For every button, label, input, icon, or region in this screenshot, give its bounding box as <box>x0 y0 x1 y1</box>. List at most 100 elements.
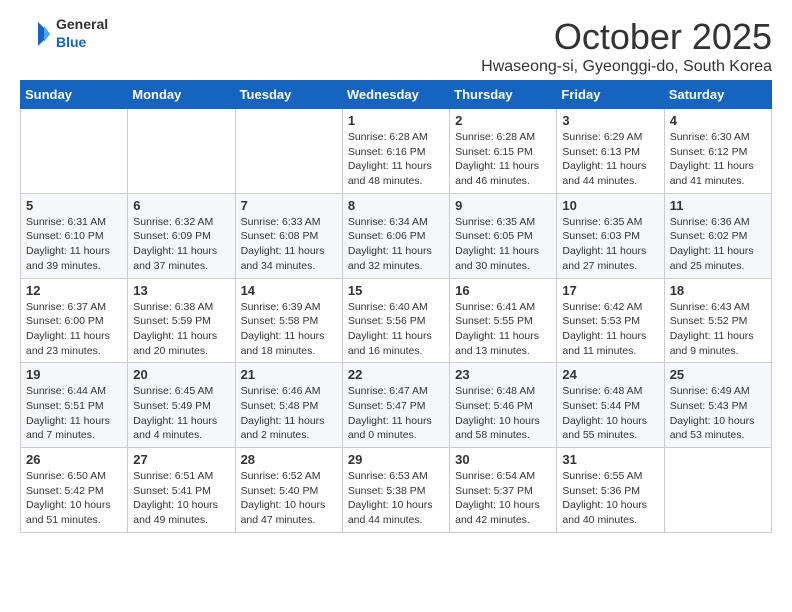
day-number: 8 <box>348 198 444 213</box>
day-number: 7 <box>241 198 337 213</box>
day-number: 22 <box>348 367 444 382</box>
weekday-header-friday: Friday <box>557 81 664 109</box>
day-info: Sunrise: 6:37 AM Sunset: 6:00 PM Dayligh… <box>26 300 122 359</box>
calendar-cell <box>235 109 342 194</box>
calendar-cell: 4Sunrise: 6:30 AM Sunset: 6:12 PM Daylig… <box>664 109 771 194</box>
calendar-cell: 30 Sunrise: 6:54 AM Sunset: 5:37 PM Dayli… <box>450 448 557 533</box>
day-number: 1 <box>348 113 444 128</box>
day-number: 15 <box>348 283 444 298</box>
day-info: Sunrise: 6:47 AM Sunset: 5:47 PM Dayligh… <box>348 384 444 443</box>
calendar-cell: 29 Sunrise: 6:53 AM Sunset: 5:38 PM Dayli… <box>342 448 449 533</box>
calendar-cell: 3Sunrise: 6:29 AM Sunset: 6:13 PM Daylig… <box>557 109 664 194</box>
day-number: 2 <box>455 113 551 128</box>
calendar-cell: 2 Sunrise: 6:28 AM Sunset: 6:15 PM Daylig… <box>450 109 557 194</box>
day-number: 14 <box>241 283 337 298</box>
calendar-cell: 8 Sunrise: 6:34 AM Sunset: 6:06 PM Daylig… <box>342 193 449 278</box>
logo-blue: Blue <box>56 34 86 50</box>
day-info: Sunrise: 6:41 AM Sunset: 5:55 PM Dayligh… <box>455 300 551 359</box>
day-info: Sunrise: 6:50 AM Sunset: 5:42 PM Dayligh… <box>26 469 122 528</box>
calendar-cell: 17 Sunrise: 6:42 AM Sunset: 5:53 PM Dayli… <box>557 278 664 363</box>
weekday-header-row: SundayMondayTuesdayWednesdayThursdayFrid… <box>21 81 772 109</box>
day-info: Sunrise: 6:28 AM Sunset: 6:15 PM Dayligh… <box>455 130 551 189</box>
calendar-cell: 9 Sunrise: 6:35 AM Sunset: 6:05 PM Daylig… <box>450 193 557 278</box>
calendar-week-row: 5Sunrise: 6:31 AM Sunset: 6:10 PM Daylig… <box>21 193 772 278</box>
day-number: 24 <box>562 367 658 382</box>
day-number: 3 <box>562 113 658 128</box>
weekday-header-thursday: Thursday <box>450 81 557 109</box>
day-number: 9 <box>455 198 551 213</box>
day-info: Sunrise: 6:31 AM Sunset: 6:10 PM Dayligh… <box>26 215 122 274</box>
weekday-header-monday: Monday <box>128 81 235 109</box>
weekday-header-saturday: Saturday <box>664 81 771 109</box>
calendar-cell: 31 Sunrise: 6:55 AM Sunset: 5:36 PM Dayli… <box>557 448 664 533</box>
calendar-cell: 27 Sunrise: 6:51 AM Sunset: 5:41 PM Dayli… <box>128 448 235 533</box>
logo-icon <box>20 20 52 48</box>
day-info: Sunrise: 6:48 AM Sunset: 5:46 PM Dayligh… <box>455 384 551 443</box>
day-info: Sunrise: 6:28 AM Sunset: 6:16 PM Dayligh… <box>348 130 444 189</box>
day-info: Sunrise: 6:35 AM Sunset: 6:05 PM Dayligh… <box>455 215 551 274</box>
day-info: Sunrise: 6:52 AM Sunset: 5:40 PM Dayligh… <box>241 469 337 528</box>
day-number: 25 <box>670 367 766 382</box>
calendar-cell: 5Sunrise: 6:31 AM Sunset: 6:10 PM Daylig… <box>21 193 128 278</box>
calendar-cell: 19 Sunrise: 6:44 AM Sunset: 5:51 PM Dayli… <box>21 363 128 448</box>
calendar-cell: 28 Sunrise: 6:52 AM Sunset: 5:40 PM Dayli… <box>235 448 342 533</box>
day-number: 10 <box>562 198 658 213</box>
calendar-cell: 7 Sunrise: 6:33 AM Sunset: 6:08 PM Daylig… <box>235 193 342 278</box>
calendar-cell: 21Sunrise: 6:46 AM Sunset: 5:48 PM Dayli… <box>235 363 342 448</box>
day-info: Sunrise: 6:33 AM Sunset: 6:08 PM Dayligh… <box>241 215 337 274</box>
calendar-cell: 20 Sunrise: 6:45 AM Sunset: 5:49 PM Dayli… <box>128 363 235 448</box>
day-number: 30 <box>455 452 551 467</box>
day-info: Sunrise: 6:34 AM Sunset: 6:06 PM Dayligh… <box>348 215 444 274</box>
day-info: Sunrise: 6:40 AM Sunset: 5:56 PM Dayligh… <box>348 300 444 359</box>
title-area: October 2025 Hwaseong-si, Gyeonggi-do, S… <box>481 16 772 76</box>
day-info: Sunrise: 6:48 AM Sunset: 5:44 PM Dayligh… <box>562 384 658 443</box>
weekday-header-sunday: Sunday <box>21 81 128 109</box>
day-info: Sunrise: 6:46 AM Sunset: 5:48 PM Dayligh… <box>241 384 337 443</box>
calendar-cell: 11Sunrise: 6:36 AM Sunset: 6:02 PM Dayli… <box>664 193 771 278</box>
logo-general: General <box>56 16 108 32</box>
day-info: Sunrise: 6:55 AM Sunset: 5:36 PM Dayligh… <box>562 469 658 528</box>
day-info: Sunrise: 6:51 AM Sunset: 5:41 PM Dayligh… <box>133 469 229 528</box>
day-info: Sunrise: 6:43 AM Sunset: 5:52 PM Dayligh… <box>670 300 766 359</box>
calendar-cell: 23Sunrise: 6:48 AM Sunset: 5:46 PM Dayli… <box>450 363 557 448</box>
day-info: Sunrise: 6:36 AM Sunset: 6:02 PM Dayligh… <box>670 215 766 274</box>
logo-text: General Blue <box>56 16 108 52</box>
calendar-cell: 1 Sunrise: 6:28 AM Sunset: 6:16 PM Daylig… <box>342 109 449 194</box>
calendar-cell: 10Sunrise: 6:35 AM Sunset: 6:03 PM Dayli… <box>557 193 664 278</box>
calendar-cell: 13 Sunrise: 6:38 AM Sunset: 5:59 PM Dayli… <box>128 278 235 363</box>
weekday-header-tuesday: Tuesday <box>235 81 342 109</box>
day-info: Sunrise: 6:49 AM Sunset: 5:43 PM Dayligh… <box>670 384 766 443</box>
calendar-cell: 14Sunrise: 6:39 AM Sunset: 5:58 PM Dayli… <box>235 278 342 363</box>
location-title: Hwaseong-si, Gyeonggi-do, South Korea <box>481 58 772 76</box>
calendar-cell: 15 Sunrise: 6:40 AM Sunset: 5:56 PM Dayli… <box>342 278 449 363</box>
calendar-table: SundayMondayTuesdayWednesdayThursdayFrid… <box>20 80 772 533</box>
calendar-cell: 16 Sunrise: 6:41 AM Sunset: 5:55 PM Dayli… <box>450 278 557 363</box>
day-number: 6 <box>133 198 229 213</box>
day-number: 29 <box>348 452 444 467</box>
calendar-cell: 25 Sunrise: 6:49 AM Sunset: 5:43 PM Dayli… <box>664 363 771 448</box>
day-info: Sunrise: 6:32 AM Sunset: 6:09 PM Dayligh… <box>133 215 229 274</box>
day-info: Sunrise: 6:45 AM Sunset: 5:49 PM Dayligh… <box>133 384 229 443</box>
day-number: 28 <box>241 452 337 467</box>
calendar-cell: 24 Sunrise: 6:48 AM Sunset: 5:44 PM Dayli… <box>557 363 664 448</box>
day-number: 4 <box>670 113 766 128</box>
calendar-cell: 12Sunrise: 6:37 AM Sunset: 6:00 PM Dayli… <box>21 278 128 363</box>
day-number: 17 <box>562 283 658 298</box>
logo: General Blue <box>20 16 108 52</box>
day-number: 27 <box>133 452 229 467</box>
day-info: Sunrise: 6:44 AM Sunset: 5:51 PM Dayligh… <box>26 384 122 443</box>
calendar-cell <box>21 109 128 194</box>
day-info: Sunrise: 6:54 AM Sunset: 5:37 PM Dayligh… <box>455 469 551 528</box>
day-number: 16 <box>455 283 551 298</box>
day-info: Sunrise: 6:38 AM Sunset: 5:59 PM Dayligh… <box>133 300 229 359</box>
calendar-cell <box>664 448 771 533</box>
day-number: 20 <box>133 367 229 382</box>
calendar-cell: 22 Sunrise: 6:47 AM Sunset: 5:47 PM Dayli… <box>342 363 449 448</box>
calendar-cell: 18Sunrise: 6:43 AM Sunset: 5:52 PM Dayli… <box>664 278 771 363</box>
day-number: 31 <box>562 452 658 467</box>
day-info: Sunrise: 6:53 AM Sunset: 5:38 PM Dayligh… <box>348 469 444 528</box>
day-number: 13 <box>133 283 229 298</box>
calendar-cell: 6 Sunrise: 6:32 AM Sunset: 6:09 PM Daylig… <box>128 193 235 278</box>
day-info: Sunrise: 6:42 AM Sunset: 5:53 PM Dayligh… <box>562 300 658 359</box>
day-number: 19 <box>26 367 122 382</box>
